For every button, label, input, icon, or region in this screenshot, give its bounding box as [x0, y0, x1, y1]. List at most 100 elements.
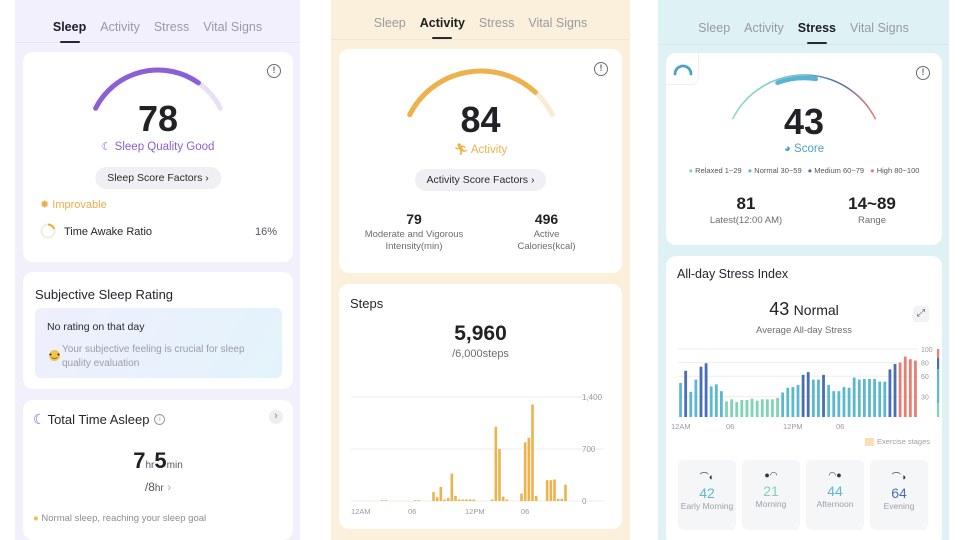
- chart-bar: [888, 369, 892, 417]
- hours-value: 7: [133, 448, 146, 473]
- y-tick-label: 80: [921, 361, 929, 368]
- chart-bar: [553, 479, 556, 501]
- chart-bar: [454, 495, 457, 501]
- moon-zz-icon: ☾: [33, 411, 46, 427]
- goal-value: /8: [144, 480, 155, 494]
- legend-relaxed: ● Relaxed 1~29: [688, 166, 742, 175]
- latest-stress: 81 Latest(12:00 AM): [688, 194, 804, 226]
- chart-bar: [771, 399, 774, 417]
- chevron-right-icon: ›: [167, 480, 172, 494]
- tab-stress[interactable]: Stress: [798, 21, 836, 35]
- face-emoji-icon: •‿•: [49, 350, 60, 361]
- chart-bar: [432, 492, 435, 501]
- stress-periods: ⌒◐ 42 Early Morning ●◠ 21 Morning ◠● 44 …: [678, 460, 928, 530]
- tab-activity[interactable]: Activity: [744, 21, 784, 35]
- subjective-sleep-box[interactable]: No rating on that day •‿• Your subjectiv…: [35, 308, 282, 378]
- chevron-right-button[interactable]: ›: [269, 410, 283, 424]
- time-awake-ratio-value: 16%: [254, 226, 277, 238]
- time-awake-ratio-label: Time Awake Ratio: [64, 226, 153, 238]
- lightbulb-icon: ●: [33, 513, 39, 524]
- info-icon[interactable]: !: [916, 66, 930, 80]
- chart-bar: [760, 399, 764, 417]
- tab-stress[interactable]: Stress: [479, 16, 514, 30]
- chart-bar: [498, 449, 501, 501]
- chart-bar: [806, 372, 810, 417]
- minutes-unit: min: [166, 460, 183, 471]
- info-icon[interactable]: !: [594, 62, 608, 76]
- stress-score-label: ◕ Score: [666, 143, 942, 155]
- mini-gauge-button[interactable]: [666, 53, 699, 85]
- sleep-note: ● Normal sleep, reaching your sleep goal: [33, 513, 206, 524]
- activity-score-value: 84: [460, 99, 501, 140]
- tab-vital-signs[interactable]: Vital Signs: [850, 21, 909, 35]
- legend-high: ● High 80~100: [870, 166, 920, 175]
- chart-bar: [914, 360, 917, 417]
- sleep-score-factors-button[interactable]: Sleep Score Factors ›: [95, 167, 221, 189]
- period-evening[interactable]: ⌒◑ 64 Evening: [870, 460, 928, 530]
- chart-bar: [689, 391, 693, 417]
- period-afternoon[interactable]: ◠● 44 Afternoon: [806, 460, 864, 530]
- chart-bar: [523, 442, 527, 501]
- activity-label-text: Activity: [470, 144, 508, 156]
- chart-bar: [564, 484, 567, 501]
- chart-bar: [776, 397, 779, 417]
- stress-legend: ● Relaxed 1~29 ● Normal 30~59 ● Medium 6…: [666, 166, 942, 175]
- info-icon[interactable]: !: [267, 64, 281, 78]
- y-tick-label: 1,400: [582, 393, 603, 402]
- subjective-hint-text: Your subjective feeling is crucial for s…: [62, 344, 245, 369]
- arc-icon: [673, 64, 693, 76]
- chart-bar: [868, 378, 871, 417]
- chart-bar: [730, 399, 734, 417]
- tab-activity[interactable]: Activity: [420, 16, 465, 30]
- period-label: Evening: [883, 501, 915, 511]
- chart-bar: [811, 379, 815, 417]
- tab-sleep[interactable]: Sleep: [374, 16, 406, 30]
- tab-sleep[interactable]: Sleep: [53, 20, 86, 34]
- tab-sleep[interactable]: Sleep: [698, 21, 730, 35]
- tab-vital-signs[interactable]: Vital Signs: [203, 20, 262, 34]
- x-tick-label: 06: [836, 422, 844, 431]
- exercise-swatch: [865, 437, 875, 446]
- period-value: 44: [827, 483, 843, 499]
- tab-stress[interactable]: Stress: [154, 20, 189, 34]
- chart-bar: [847, 387, 851, 417]
- period-early-morning[interactable]: ⌒◐ 42 Early Morning: [678, 460, 736, 530]
- tab-vital-signs[interactable]: Vital Signs: [528, 16, 587, 30]
- chart-bar: [545, 480, 549, 501]
- goal-unit: hr: [154, 483, 164, 494]
- chart-bar: [468, 499, 472, 501]
- chart-bar: [750, 398, 754, 417]
- tab-activity[interactable]: Activity: [100, 20, 140, 34]
- y-tick-label: 100: [921, 347, 933, 354]
- sleep-tabs: Sleep Activity Stress Vital Signs: [15, 20, 300, 34]
- sleep-score-card: ! 78 ☾ Sleep Quality Good Sleep Score Fa…: [23, 52, 293, 262]
- tab-divider: [331, 39, 630, 40]
- sleep-quality-text: Sleep Quality Good: [114, 141, 215, 153]
- chart-bar: [439, 486, 443, 501]
- chart-bar: [494, 426, 498, 501]
- chart-bar: [827, 385, 831, 417]
- moon-set-icon: ⌒◑: [891, 472, 907, 482]
- chart-bar: [852, 377, 856, 417]
- sleep-quality-label: ☾ Sleep Quality Good: [23, 140, 293, 153]
- chart-bar: [714, 384, 718, 417]
- chart-bar: [832, 391, 836, 417]
- sleep-goal[interactable]: /8hr ›: [23, 480, 293, 494]
- sleep-note-text: Normal sleep, reaching your sleep goal: [41, 513, 207, 524]
- activity-factors-label: Activity Score Factors: [426, 174, 529, 186]
- chart-bar: [822, 374, 825, 417]
- gauge-range-band: [775, 75, 819, 85]
- activity-score-factors-button[interactable]: Activity Score Factors ›: [414, 169, 547, 191]
- chart-bar: [457, 499, 461, 501]
- sleep-score-value: 78: [137, 98, 179, 139]
- period-morning[interactable]: ●◠ 21 Morning: [742, 460, 800, 530]
- latest-value: 81: [736, 194, 756, 213]
- intensity-label: Moderate and Vigorous Intensity(min): [364, 229, 464, 252]
- chart-bar: [461, 499, 465, 501]
- total-asleep-title: Total Time Asleep: [47, 412, 150, 427]
- chart-bar: [380, 500, 384, 501]
- improvable-label: ✹ Improvable: [40, 198, 107, 211]
- range-label: Range: [858, 215, 886, 226]
- info-icon[interactable]: i: [154, 414, 166, 425]
- x-tick-label: 12PM: [465, 507, 485, 516]
